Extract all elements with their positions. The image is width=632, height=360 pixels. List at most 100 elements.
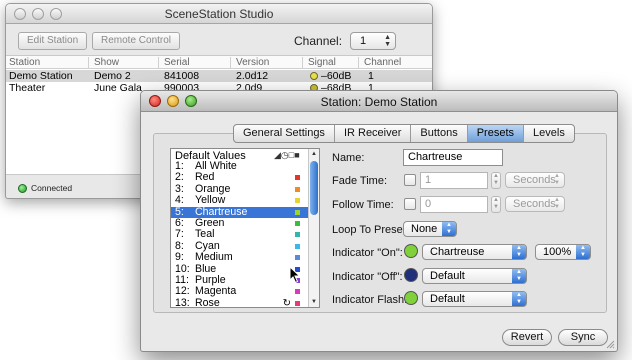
remote-control-button[interactable]: Remote Control: [92, 32, 181, 50]
list-item[interactable]: 9: Medium: [171, 251, 309, 264]
indicator-flash-popup[interactable]: Default ▲ ▼: [422, 291, 527, 307]
channel-select-value: 1: [360, 35, 367, 47]
cell-version: 2.0d12: [236, 70, 269, 82]
stepper-arrows-icon: ▲ ▼: [384, 34, 391, 48]
indicator-on-label: Indicator "On":: [332, 247, 403, 259]
column-header-channel[interactable]: Channel: [364, 56, 401, 69]
list-item[interactable]: 6: Green: [171, 217, 309, 229]
preset-color-swatch: [295, 232, 300, 238]
follow-time-stepper[interactable]: ▲ ▼: [491, 196, 501, 213]
tab-presets[interactable]: Presets: [467, 125, 525, 142]
preset-color-swatch: [295, 198, 300, 204]
preset-color-swatch: [295, 255, 300, 261]
preset-number: 9:: [175, 251, 184, 264]
list-item[interactable]: 7: Teal: [171, 228, 309, 241]
station-window: Station: Demo Station Default Values ◢◷□…: [140, 90, 618, 352]
list-item[interactable]: 5: Chartreuse: [171, 205, 309, 218]
tab-levels[interactable]: Levels: [524, 125, 574, 142]
window-title: Station: Demo Station: [320, 95, 438, 109]
indicator-on-level-value: 100%: [543, 246, 572, 258]
fade-time-stepper[interactable]: ▲ ▼: [491, 172, 501, 189]
cell-serial: 841008: [164, 70, 200, 82]
loop-to-preset-label: Loop To Preset:: [332, 224, 409, 236]
indicator-flash-color-well[interactable]: [404, 291, 418, 305]
refresh-icon[interactable]: ↻: [283, 298, 291, 307]
list-item[interactable]: 8: Cyan: [171, 240, 309, 252]
status-text: Connected: [31, 183, 73, 193]
popup-arrows-icon: ▲ ▼: [512, 292, 526, 306]
fade-time-label: Fade Time:: [332, 175, 388, 187]
indicator-on-popup[interactable]: Chartreuse ▲ ▼: [422, 244, 527, 260]
preset-number: 13:: [175, 296, 190, 308]
preset-name: Chartreuse: [195, 205, 248, 218]
fade-time-checkbox[interactable]: [404, 174, 416, 186]
table-row[interactable]: Demo Station Demo 2 841008 2.0d12 –60dB …: [6, 70, 432, 82]
fade-time-field[interactable]: 1: [420, 172, 488, 189]
column-header-station[interactable]: Station: [9, 56, 40, 69]
channel-select[interactable]: 1 ▲ ▼: [350, 32, 396, 50]
loop-to-preset-value: None: [411, 223, 438, 235]
preset-color-swatch: [295, 300, 300, 306]
column-header-show[interactable]: Show: [94, 56, 119, 69]
list-item[interactable]: 12: Magenta: [171, 285, 309, 297]
preset-color-swatch: [295, 243, 300, 249]
indicator-on-level-popup[interactable]: 100% ▲ ▼: [535, 244, 591, 260]
loop-to-preset-popup[interactable]: None ▲ ▼: [403, 221, 457, 237]
connected-status-icon: [18, 184, 27, 193]
follow-time-checkbox[interactable]: [404, 198, 416, 210]
tab-general-settings[interactable]: General Settings: [234, 125, 335, 142]
preset-list-scrollbar[interactable]: ▲ ▼: [308, 149, 319, 307]
indicator-on-color-well[interactable]: [404, 244, 418, 258]
column-header-serial[interactable]: Serial: [164, 56, 190, 69]
tab-buttons[interactable]: Buttons: [411, 125, 468, 142]
popup-arrows-icon: ▲ ▼: [554, 173, 560, 186]
indicator-off-popup[interactable]: Default ▲ ▼: [422, 268, 527, 284]
main-window-titlebar[interactable]: SceneStation Studio: [6, 4, 432, 24]
tab-ir-receiver[interactable]: IR Receiver: [335, 125, 412, 142]
list-item[interactable]: 1: All White: [171, 160, 309, 172]
tab-bar: General Settings IR Receiver Buttons Preset…: [233, 124, 575, 143]
indicator-off-value: Default: [430, 270, 465, 282]
column-header-version[interactable]: Version: [236, 56, 269, 69]
indicator-flash-label: Indicator Flash:: [332, 294, 408, 306]
presets-panel: Default Values ◢◷□■ 1: All White 2: Red 3: Or…: [153, 133, 607, 313]
indicator-off-label: Indicator "Off":: [332, 271, 403, 283]
resize-grip-icon[interactable]: [605, 339, 615, 349]
indicator-off-color-well[interactable]: [404, 268, 418, 282]
preset-name: Orange: [195, 182, 231, 195]
table-header: Station Show Serial Version Signal Chann…: [6, 56, 432, 69]
scroll-thumb[interactable]: [310, 161, 318, 215]
name-field[interactable]: Chartreuse: [403, 149, 503, 166]
preset-name: Teal: [195, 228, 215, 241]
preset-color-swatch: [295, 209, 300, 215]
list-item[interactable]: 3: Orange: [171, 182, 309, 195]
scroll-up-icon[interactable]: ▲: [309, 149, 319, 159]
scroll-down-icon[interactable]: ▼: [309, 297, 319, 307]
edit-station-button[interactable]: Edit Station: [18, 32, 88, 50]
sync-button[interactable]: Sync: [558, 329, 608, 346]
preset-items: 1: All White 2: Red 3: Orange 4: Yellow 5: Chartr…: [171, 160, 309, 308]
popup-arrows-icon: ▲ ▼: [512, 269, 526, 283]
mouse-pointer-icon: [289, 266, 301, 284]
name-label: Name:: [332, 152, 365, 164]
indicator-on-value: Chartreuse: [430, 246, 485, 258]
indicator-flash-value: Default: [430, 293, 465, 305]
preset-name: Purple: [195, 273, 226, 286]
column-header-signal[interactable]: Signal: [308, 56, 336, 69]
preset-color-swatch: [295, 289, 300, 295]
preset-list[interactable]: Default Values ◢◷□■ 1: All White 2: Red 3: Or…: [170, 148, 320, 308]
station-window-titlebar[interactable]: Station: Demo Station: [141, 91, 617, 112]
preset-name: Medium: [195, 251, 233, 264]
cell-show: June Gala: [94, 82, 142, 94]
fade-time-unit-popup[interactable]: Seconds ▲ ▼: [505, 172, 565, 188]
list-item[interactable]: 13: Rose ↻: [171, 296, 309, 308]
follow-time-field[interactable]: 0: [420, 196, 488, 213]
preset-name: Blue: [195, 262, 217, 275]
revert-button[interactable]: Revert: [502, 329, 552, 346]
preset-number: 4:: [175, 194, 184, 207]
list-header-icons[interactable]: ◢◷□■: [274, 150, 300, 161]
preset-color-swatch: [295, 220, 300, 226]
follow-time-unit-popup[interactable]: Seconds ▲ ▼: [505, 196, 565, 212]
list-item[interactable]: 2: Red: [171, 171, 309, 183]
channel-label: Channel:: [294, 34, 343, 48]
